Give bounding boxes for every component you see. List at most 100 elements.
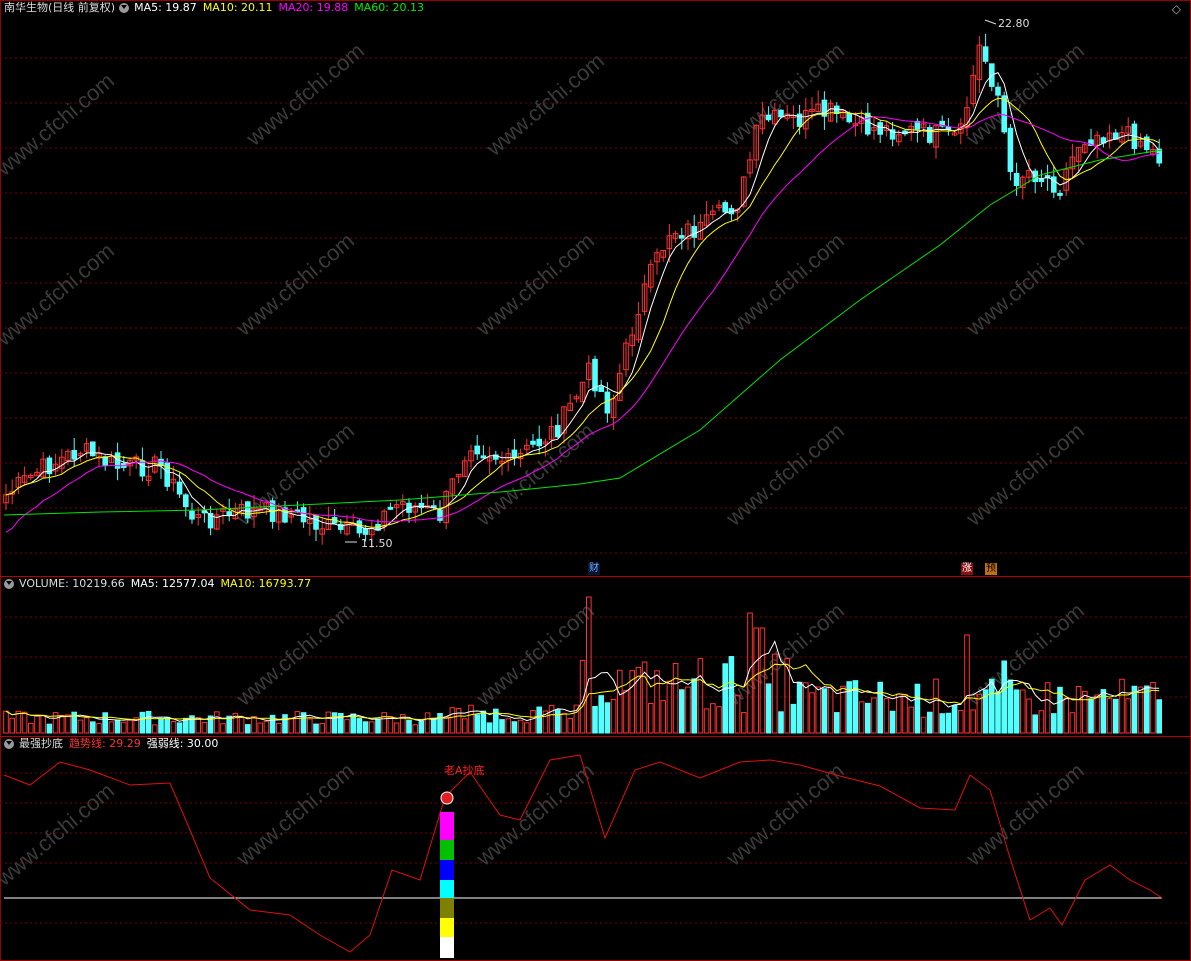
volume-bar	[331, 712, 338, 734]
candle-body	[1007, 127, 1014, 172]
candle-body	[530, 440, 536, 445]
signal-bar-segment	[440, 840, 454, 860]
candle-body	[1001, 95, 1008, 133]
volume-bar	[455, 707, 462, 734]
candle-body	[722, 202, 729, 213]
volume-bar	[654, 670, 660, 734]
volume-bar	[778, 711, 784, 734]
collapse-icon[interactable]	[4, 579, 14, 589]
signal-dot	[440, 791, 454, 805]
candle-body	[313, 515, 319, 530]
volume-bar	[462, 718, 468, 734]
candle-body	[139, 460, 146, 477]
signal-bar-segment	[440, 918, 454, 937]
volume-bar	[877, 681, 884, 734]
candle-body	[604, 391, 611, 414]
limit-up-marker[interactable]: 涨	[961, 563, 973, 575]
volume-bar	[480, 710, 487, 734]
volume-bar	[617, 669, 623, 734]
volume-bar	[809, 692, 815, 734]
volume-bar	[1156, 699, 1163, 734]
volume-bar	[592, 705, 598, 734]
volume-bar	[46, 723, 53, 734]
volume-bar	[1125, 698, 1132, 734]
ma60-line	[3, 149, 1163, 516]
volume-bar	[672, 663, 679, 734]
chart-canvas[interactable]: www.cfchi.com www.cfchi.com www.cfchi.com w…	[0, 0, 1191, 961]
volume-bar	[108, 721, 115, 734]
candle-body	[555, 425, 561, 438]
volume-bar	[722, 663, 729, 734]
volume-bar	[257, 722, 263, 734]
watermark-text: www.cfchi.com	[481, 48, 609, 161]
volume-bar	[648, 702, 654, 734]
volume-bar	[220, 723, 226, 734]
volume-bar	[319, 723, 325, 734]
volume-bar	[65, 714, 71, 734]
volume-bar	[691, 678, 698, 734]
volume-bar	[362, 721, 369, 734]
volume-bar	[883, 698, 890, 734]
finance-marker[interactable]: 财	[588, 563, 600, 575]
volume-bar	[307, 718, 313, 734]
volume-bar	[121, 721, 127, 734]
collapse-icon[interactable]	[119, 3, 130, 13]
volume-bar	[40, 715, 47, 734]
signal-bar-segment	[440, 898, 454, 918]
volume-bar	[604, 702, 611, 734]
candle-body	[679, 235, 685, 239]
volume-value: VOLUME: 10219.66	[19, 577, 125, 590]
volume-bar	[170, 721, 177, 734]
volume-bar	[21, 711, 28, 734]
collapse-icon[interactable]	[4, 739, 14, 749]
volume-bar	[1075, 685, 1082, 734]
volume-bar	[1013, 689, 1020, 734]
volume-bar	[1026, 698, 1032, 734]
volume-bar	[15, 710, 22, 734]
volume-bar	[951, 704, 958, 734]
candle-body	[226, 511, 232, 516]
watermark-text: www.cfchi.com	[471, 228, 599, 341]
volume-bar	[139, 711, 146, 734]
volume-bar	[449, 707, 456, 734]
indicator-header: 最强抄底 趋势线: 29.29 强弱线: 30.00	[4, 736, 224, 752]
trend-line-value: 趋势线: 29.29	[69, 737, 141, 750]
volume-bar	[381, 712, 387, 734]
volume-bar	[610, 698, 617, 734]
forecast-marker[interactable]: 预	[985, 563, 997, 575]
diamond-icon[interactable]: ◇	[1172, 2, 1181, 16]
volume-bar	[958, 710, 964, 734]
candle-body	[598, 386, 605, 392]
signal-bar-segment	[440, 937, 454, 958]
volume-bar	[356, 718, 363, 734]
volume-bar	[995, 691, 1001, 734]
candle-body	[995, 86, 1001, 96]
volume-bar	[765, 683, 772, 734]
volume-bar	[288, 717, 294, 734]
volume-bar	[827, 686, 834, 734]
candle-body	[982, 46, 989, 62]
candle-body	[474, 445, 480, 455]
high-price-label: 22.80	[998, 17, 1030, 30]
volume-bar	[1063, 697, 1070, 734]
volume-bar	[530, 709, 536, 734]
candle-body	[536, 438, 543, 447]
volume-bar	[666, 680, 673, 734]
watermark-text: www.cfchi.com	[721, 38, 849, 151]
volume-bar	[201, 721, 208, 734]
volume-ma5-value: MA5: 12577.04	[130, 577, 215, 590]
volume-bar	[114, 719, 121, 734]
volume-bar	[499, 719, 505, 734]
volume-bar	[815, 686, 822, 734]
volume-bar	[1088, 698, 1094, 734]
volume-bar	[276, 722, 282, 734]
high-pointer	[984, 19, 997, 25]
watermark-text: www.cfchi.com	[961, 418, 1089, 531]
volume-bar	[59, 714, 65, 734]
candle-body	[1038, 178, 1045, 182]
volume-bar	[468, 704, 474, 734]
volume-bar	[1082, 690, 1088, 734]
volume-bar	[9, 717, 15, 734]
volume-bar	[344, 719, 350, 734]
volume-bar	[840, 685, 846, 734]
